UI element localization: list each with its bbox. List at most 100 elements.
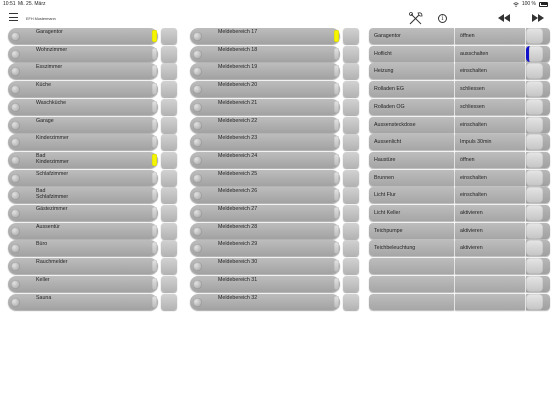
action-cell[interactable]: schliessen (455, 98, 525, 115)
action-switch[interactable] (526, 293, 550, 310)
detail-button[interactable] (343, 63, 359, 80)
action-cell[interactable]: aktivieren (455, 240, 525, 257)
rewind-icon[interactable] (498, 14, 510, 22)
detail-button[interactable] (343, 258, 359, 275)
detail-button[interactable] (161, 275, 177, 292)
detail-button[interactable] (161, 81, 177, 98)
action-cell[interactable]: öffnen (455, 151, 525, 168)
status-toggle[interactable]: Meldebereich 22 (190, 116, 340, 133)
status-toggle[interactable]: Meldebereich 24 (190, 151, 340, 168)
action-cell[interactable]: einschalten (455, 63, 525, 80)
detail-button[interactable] (343, 151, 359, 168)
tools-icon[interactable] (408, 11, 424, 26)
action-switch[interactable] (526, 63, 550, 80)
detail-button[interactable] (343, 187, 359, 204)
status-toggle[interactable]: Küche (8, 81, 158, 98)
status-toggle[interactable]: Aussentür (8, 222, 158, 239)
hamburger-icon[interactable] (9, 13, 18, 21)
action-cell[interactable]: aktivieren (455, 222, 525, 239)
status-toggle[interactable]: Meldebereich 18 (190, 45, 340, 62)
status-toggle[interactable]: Meldebereich 20 (190, 81, 340, 98)
action-switch[interactable] (526, 169, 550, 186)
detail-button[interactable] (161, 28, 177, 44)
status-toggle[interactable]: Meldebereich 28 (190, 222, 340, 239)
detail-button[interactable] (343, 45, 359, 62)
action-cell[interactable]: schliessen (455, 81, 525, 98)
action-switch[interactable] (526, 28, 550, 44)
action-cell[interactable] (455, 275, 525, 292)
detail-button[interactable] (343, 205, 359, 221)
detail-button[interactable] (343, 275, 359, 292)
status-toggle[interactable]: Meldebereich 21 (190, 98, 340, 115)
action-switch[interactable] (526, 116, 550, 133)
status-toggle[interactable]: Meldebereich 26 (190, 187, 340, 204)
action-switch[interactable] (526, 275, 550, 292)
status-toggle[interactable]: Meldebereich 31 (190, 275, 340, 292)
status-toggle[interactable]: Meldebereich 23 (190, 134, 340, 151)
action-cell[interactable]: einschalten (455, 169, 525, 186)
action-cell[interactable] (455, 293, 525, 310)
status-toggle[interactable]: Gästezimmer (8, 205, 158, 221)
detail-button[interactable] (161, 169, 177, 186)
action-switch[interactable] (526, 187, 550, 204)
action-switch[interactable] (526, 205, 550, 221)
action-switch[interactable] (526, 240, 550, 257)
action-cell[interactable]: öffnen (455, 28, 525, 44)
status-toggle[interactable]: Sauna (8, 293, 158, 310)
status-toggle[interactable]: Bad Schlafzimmer (8, 187, 158, 204)
detail-button[interactable] (343, 222, 359, 239)
detail-button[interactable] (161, 258, 177, 275)
status-toggle[interactable]: Esszimmer (8, 63, 158, 80)
status-toggle[interactable]: Meldebereich 25 (190, 169, 340, 186)
detail-button[interactable] (161, 45, 177, 62)
detail-button[interactable] (161, 187, 177, 204)
detail-button[interactable] (343, 98, 359, 115)
detail-button[interactable] (343, 134, 359, 151)
detail-button[interactable] (343, 28, 359, 44)
status-toggle[interactable]: Meldebereich 19 (190, 63, 340, 80)
detail-button[interactable] (343, 81, 359, 98)
action-switch[interactable] (526, 151, 550, 168)
action-cell[interactable]: ausschalten (455, 45, 525, 62)
detail-button[interactable] (343, 293, 359, 310)
action-cell[interactable]: einschalten (455, 187, 525, 204)
detail-button[interactable] (161, 205, 177, 221)
status-toggle[interactable]: Schlafzimmer (8, 169, 158, 186)
status-toggle[interactable]: Meldebereich 17 (190, 28, 340, 44)
action-cell[interactable]: einschalten (455, 116, 525, 133)
status-toggle[interactable]: Garagentor (8, 28, 158, 44)
action-switch[interactable] (526, 222, 550, 239)
action-cell[interactable]: Impuls 30min (455, 134, 525, 151)
detail-button[interactable] (161, 134, 177, 151)
detail-button[interactable] (161, 116, 177, 133)
status-toggle[interactable]: Bad Kinderzimmer (8, 151, 158, 168)
status-toggle[interactable]: Meldebereich 30 (190, 258, 340, 275)
detail-button[interactable] (161, 240, 177, 257)
status-toggle[interactable]: Büro (8, 240, 158, 257)
detail-button[interactable] (161, 222, 177, 239)
detail-button[interactable] (161, 98, 177, 115)
action-cell[interactable] (455, 258, 525, 275)
action-switch[interactable] (526, 258, 550, 275)
status-toggle[interactable]: Kinderzimmer (8, 134, 158, 151)
status-toggle[interactable]: Rauchmelder (8, 258, 158, 275)
status-toggle[interactable]: Meldebereich 27 (190, 205, 340, 221)
fast-forward-icon[interactable] (532, 14, 544, 22)
status-toggle[interactable]: Keller (8, 275, 158, 292)
detail-button[interactable] (161, 151, 177, 168)
detail-button[interactable] (161, 63, 177, 80)
detail-button[interactable] (161, 293, 177, 310)
status-toggle[interactable]: Waschküche (8, 98, 158, 115)
detail-button[interactable] (343, 169, 359, 186)
status-toggle[interactable]: Meldebereich 32 (190, 293, 340, 310)
status-toggle[interactable]: Garage (8, 116, 158, 133)
action-cell[interactable]: aktivieren (455, 205, 525, 221)
action-switch[interactable] (526, 134, 550, 151)
status-toggle[interactable]: Meldebereich 29 (190, 240, 340, 257)
action-switch[interactable] (526, 45, 550, 62)
detail-button[interactable] (343, 240, 359, 257)
info-icon[interactable]: i (438, 14, 447, 23)
detail-button[interactable] (343, 116, 359, 133)
action-switch[interactable] (526, 81, 550, 98)
status-toggle[interactable]: Wohnzimmer (8, 45, 158, 62)
